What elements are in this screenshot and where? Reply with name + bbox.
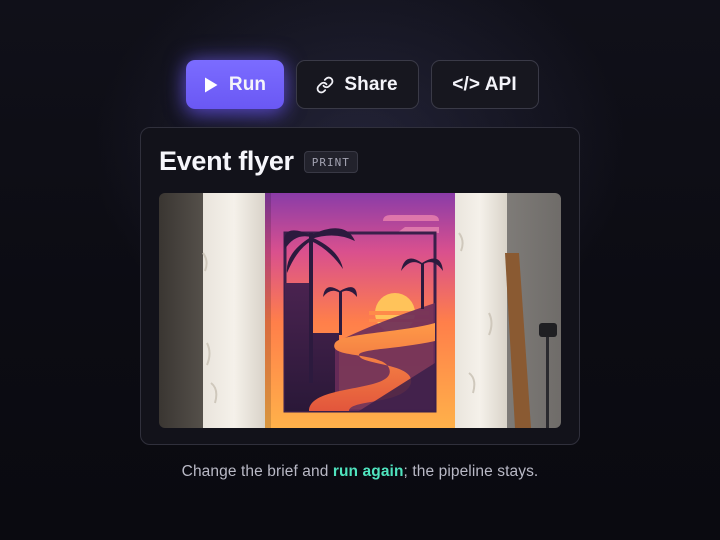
card-title: Event flyer xyxy=(159,146,294,176)
caption-text-end: ; the pipeline stays. xyxy=(403,463,539,480)
play-icon xyxy=(203,76,219,94)
api-button-label: </> API xyxy=(452,73,517,95)
caption-text-start: Change the brief and xyxy=(181,463,333,480)
card-header: Event flyer PRINT xyxy=(159,146,358,177)
api-button[interactable]: </> API xyxy=(430,60,539,109)
poster-illustration xyxy=(159,193,561,428)
print-badge: PRINT xyxy=(303,151,358,173)
run-button[interactable]: Run xyxy=(185,60,284,109)
caption: Change the brief and run again; the pipe… xyxy=(0,463,720,481)
toolbar: Run Share </> API xyxy=(0,60,720,109)
event-flyer-card: Event flyer PRINT xyxy=(140,127,580,445)
share-button[interactable]: Share xyxy=(295,60,419,109)
run-button-label: Run xyxy=(228,73,267,95)
share-button-label: Share xyxy=(344,73,398,95)
caption-highlight: run again xyxy=(332,463,404,480)
link-icon xyxy=(316,76,334,94)
flyer-preview-image xyxy=(159,193,561,428)
